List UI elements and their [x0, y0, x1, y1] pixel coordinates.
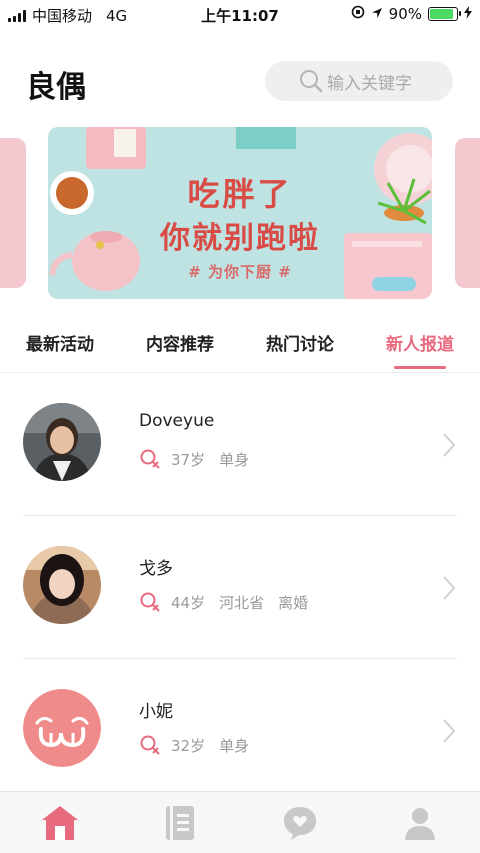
chevron-right-icon	[443, 719, 456, 743]
banner-slide[interactable]: 吃胖了 你就别跑啦 # 为你下厨 #	[48, 127, 432, 299]
search-icon	[300, 70, 323, 93]
tab-recommended[interactable]: 内容推荐	[120, 322, 240, 372]
person-meta: 44岁 河北省 离婚	[139, 591, 322, 613]
person-province: 河北省	[219, 593, 265, 612]
person-meta: 32岁 单身	[139, 734, 263, 756]
location-icon	[371, 5, 383, 23]
person-age: 32岁	[171, 736, 206, 755]
person-marital-status: 单身	[219, 736, 250, 755]
person-marital-status: 离婚	[278, 593, 309, 612]
battery-percent: 90%	[388, 5, 422, 23]
status-bar-right: 90%	[351, 5, 472, 23]
tab-hot-discussion[interactable]: 热门讨论	[240, 322, 360, 372]
female-icon	[140, 592, 160, 612]
orientation-lock-icon	[351, 5, 365, 23]
prev-banner-peek[interactable]	[0, 138, 26, 288]
charging-icon	[464, 5, 472, 23]
banner-headline: 吃胖了	[187, 175, 293, 213]
female-icon	[140, 449, 160, 469]
chevron-right-icon	[443, 433, 456, 457]
tab-newcomers[interactable]: 新人报道	[360, 322, 480, 372]
nav-messages[interactable]	[240, 792, 360, 853]
chevron-right-icon	[443, 576, 456, 600]
status-bar: 中国移动 4G 上午11:07 90%	[0, 0, 480, 28]
nav-profile[interactable]	[360, 792, 480, 853]
avatar	[23, 689, 101, 767]
person-name: Doveyue	[139, 411, 215, 431]
next-banner-peek[interactable]	[455, 138, 480, 288]
home-icon	[42, 806, 78, 840]
person-marital-status: 单身	[219, 450, 250, 469]
avatar	[23, 546, 101, 624]
person-name: 小妮	[139, 702, 173, 722]
category-tabs: 最新活动 内容推荐 热门讨论 新人报道	[0, 322, 480, 372]
person-meta: 37岁 单身	[139, 448, 263, 470]
tab-latest-events[interactable]: 最新活动	[0, 322, 120, 372]
bottom-nav	[0, 791, 480, 853]
notebook-icon	[166, 806, 194, 840]
list-item[interactable]: 小妮 32岁 单身	[0, 659, 480, 801]
chat-heart-icon	[284, 807, 316, 840]
nav-home[interactable]	[0, 792, 120, 853]
user-icon	[405, 808, 435, 840]
person-age: 37岁	[171, 450, 206, 469]
banner-hashtag: # 为你下厨 #	[188, 263, 292, 281]
list-item[interactable]: Doveyue 37岁 单身	[0, 373, 480, 515]
search-input[interactable]: 输入关键字	[265, 61, 453, 101]
list-item[interactable]: 戈多 44岁 河北省 离婚	[0, 516, 480, 658]
search-placeholder: 输入关键字	[327, 73, 412, 94]
nav-notes[interactable]	[120, 792, 240, 853]
banner-subheadline: 你就别跑啦	[160, 221, 320, 256]
female-icon	[140, 735, 160, 755]
page-title: 良偶	[26, 70, 86, 105]
person-name: 戈多	[139, 559, 173, 579]
avatar	[23, 403, 101, 481]
person-age: 44岁	[171, 593, 206, 612]
battery-icon	[428, 7, 461, 21]
